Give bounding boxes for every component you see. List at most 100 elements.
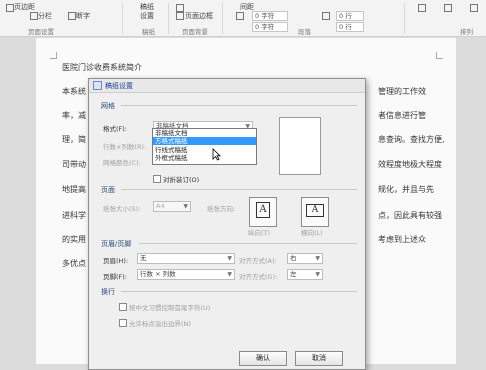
document-line[interactable]: 理，简 <box>62 134 86 145</box>
document-line[interactable]: 多优点 <box>62 258 86 269</box>
footer-select-value: 行数 × 列数 <box>140 270 176 278</box>
document-line[interactable]: 本系统 <box>62 86 86 97</box>
spacing-before-icon <box>322 12 330 20</box>
document-line[interactable]: 司带动 <box>62 159 86 170</box>
indent-left-icon <box>236 12 244 20</box>
mouse-cursor-icon <box>212 148 221 161</box>
bring-forward-icon[interactable] <box>470 4 478 12</box>
header-align-select[interactable]: 右 ▼ <box>287 253 323 264</box>
section-grid: 网格 <box>101 102 115 110</box>
document-line[interactable]: 考虑到上述众 <box>378 234 426 245</box>
document-line[interactable]: 率，减 <box>62 110 86 121</box>
ribbon-margins-button[interactable]: 页边距 <box>14 2 35 12</box>
group-arrange: 排列 <box>460 28 473 36</box>
document-title-line[interactable]: 医院门诊收费系统简介 <box>62 62 142 73</box>
document-line[interactable]: 规化，并且与先 <box>378 184 434 195</box>
foldline-label: 对折装订(O) <box>163 176 200 184</box>
manuscript-settings-dialog: 稿纸设置 网格 格式(F): 非稿纸文档 ▼ 行数×列数(R): 网格颜色(C)… <box>88 78 366 370</box>
format-label: 格式(F): <box>103 125 128 133</box>
chevron-down-icon: ▼ <box>227 255 232 262</box>
header-label: 页眉(H): <box>103 257 129 265</box>
document-line[interactable]: 者信息进行管 <box>378 110 426 121</box>
page-border-icon[interactable] <box>176 12 184 20</box>
section-divider <box>139 243 357 244</box>
format-option[interactable]: 非稿纸文档 <box>153 129 256 137</box>
paper-size-value: A4 <box>156 202 165 210</box>
footer-align-label: 对齐方式(G): <box>239 273 278 281</box>
hyphenation-icon[interactable] <box>68 12 76 20</box>
landscape-option[interactable]: A <box>301 197 329 227</box>
document-line[interactable]: 管理的工作效 <box>378 86 426 97</box>
format-option[interactable]: 外框式稿纸 <box>153 154 256 162</box>
ribbon-toolbar: 页边距 分栏 断字 页面设置 稿纸 设置 稿纸 页面边框 页面背景 间距 0 字… <box>0 0 486 37</box>
chinese-rules-label: 按中文习惯控制首尾字符(U) <box>129 304 211 312</box>
header-select[interactable]: 无 ▼ <box>137 253 235 264</box>
ribbon-manuscript-setting[interactable]: 设置 <box>140 11 154 21</box>
position-icon[interactable] <box>418 4 426 12</box>
paper-preview <box>279 117 321 175</box>
landscape-label: 横向(L) <box>301 229 323 237</box>
foldline-checkbox[interactable] <box>153 175 161 183</box>
group-paragraph: 段落 <box>298 28 311 36</box>
indent-left-input[interactable]: 0 字符 <box>252 11 288 21</box>
chevron-down-icon: ▼ <box>183 203 188 210</box>
landscape-orientation-icon: A <box>306 204 324 217</box>
watermark-icon[interactable] <box>176 4 184 12</box>
columns-icon[interactable] <box>30 12 38 20</box>
footer-label: 页脚(F): <box>103 273 128 281</box>
section-wrap: 换行 <box>101 288 115 296</box>
ribbon-hyphenation-button[interactable]: 断字 <box>76 11 90 21</box>
dialog-app-icon <box>93 81 102 90</box>
footer-align-select[interactable]: 左 ▼ <box>287 269 323 280</box>
group-page-background: 页面背景 <box>182 28 208 36</box>
section-divider <box>121 291 357 292</box>
document-line[interactable]: 息查询。查找方便, <box>378 134 445 145</box>
format-option-selected[interactable]: 方格式稿纸 <box>153 137 256 145</box>
format-option[interactable]: 行线式稿纸 <box>153 146 256 154</box>
section-header-footer: 页眉/页脚 <box>101 240 132 248</box>
indent-right-input[interactable]: 0 字符 <box>252 22 288 32</box>
section-divider <box>121 105 357 106</box>
footer-align-value: 左 <box>290 270 297 278</box>
section-divider <box>121 189 357 190</box>
ribbon-columns-button[interactable]: 分栏 <box>38 11 52 21</box>
header-align-label: 对齐方式(A): <box>239 257 277 265</box>
document-line[interactable]: 的实用 <box>62 234 86 245</box>
ribbon-page-border-button[interactable]: 页面边框 <box>185 11 213 21</box>
document-line[interactable]: 地提高 <box>62 184 86 195</box>
group-manuscript: 稿纸 <box>142 28 155 36</box>
group-page-setup: 页面设置 <box>28 28 54 36</box>
section-page: 页面 <box>101 186 115 194</box>
ribbon-divider <box>122 3 123 34</box>
format-dropdown-list[interactable]: 非稿纸文档 方格式稿纸 行线式稿纸 外框式稿纸 <box>152 128 257 165</box>
paper-size-label: 纸张大小(S): <box>103 205 141 213</box>
header-align-value: 右 <box>290 254 297 262</box>
dialog-titlebar[interactable]: 稿纸设置 <box>89 79 365 93</box>
spacing-after-input[interactable]: 0 行 <box>336 22 364 32</box>
chevron-down-icon: ▼ <box>315 271 320 278</box>
margins-icon[interactable] <box>6 4 14 12</box>
spacing-before-input[interactable]: 0 行 <box>336 11 364 21</box>
ribbon-divider <box>168 3 169 34</box>
rows-columns-label: 行数×列数(R): <box>103 143 147 151</box>
document-line[interactable]: 进科学 <box>62 210 86 221</box>
ribbon-divider <box>222 3 223 34</box>
punctuation-overflow-checkbox[interactable] <box>119 319 127 327</box>
paper-size-select[interactable]: A4 ▼ <box>153 201 191 212</box>
ribbon-divider <box>404 3 405 34</box>
document-line[interactable]: 效程度地极大程度 <box>378 159 442 170</box>
orientation-label: 纸张方向: <box>207 205 236 213</box>
portrait-orientation-icon: A <box>256 202 270 218</box>
portrait-label: 纵向(T) <box>248 229 271 237</box>
header-select-value: 无 <box>140 254 147 262</box>
chevron-down-icon: ▼ <box>227 271 232 278</box>
dialog-title: 稿纸设置 <box>105 82 133 90</box>
chinese-rules-checkbox[interactable] <box>119 303 127 311</box>
page-corner-mark <box>436 52 443 59</box>
portrait-option[interactable]: A <box>249 197 277 227</box>
chevron-down-icon: ▼ <box>315 255 320 262</box>
wrap-text-icon[interactable] <box>444 4 452 12</box>
document-line[interactable]: 点，因此具有较强 <box>378 210 442 221</box>
page-corner-mark <box>50 52 57 59</box>
footer-select[interactable]: 行数 × 列数 ▼ <box>137 269 235 280</box>
